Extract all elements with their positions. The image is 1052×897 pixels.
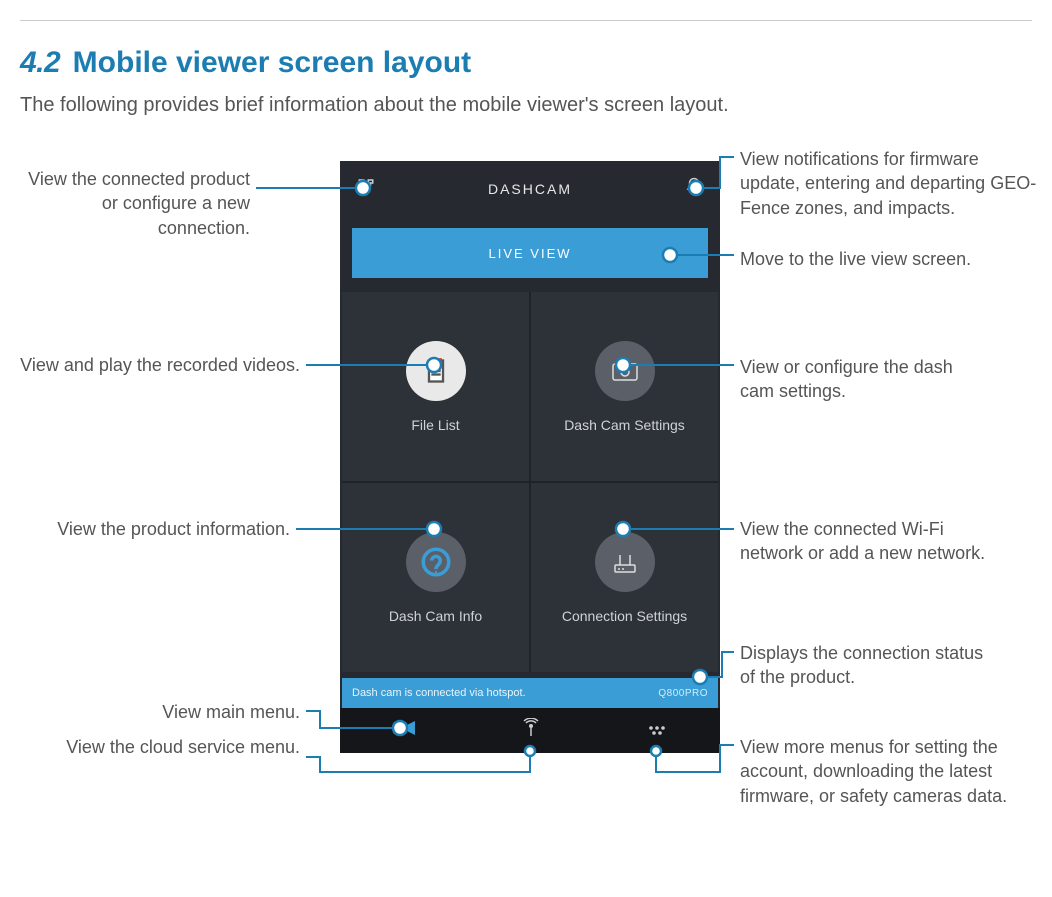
phone-mock: DASHCAM LIVE VIEW File List bbox=[340, 161, 720, 751]
tile-grid: File List Dash Cam Settings bbox=[342, 292, 718, 672]
tile-connection[interactable]: Connection Settings bbox=[531, 483, 718, 672]
callout-network: View the connected product or configure … bbox=[20, 167, 250, 240]
page-rule bbox=[20, 20, 1032, 21]
section-number: 4.2 bbox=[20, 46, 60, 79]
app-title: DASHCAM bbox=[488, 181, 572, 197]
callout-live: Move to the live view screen. bbox=[740, 247, 990, 271]
tile-info-label: Dash Cam Info bbox=[389, 608, 482, 624]
more-icon[interactable] bbox=[647, 720, 667, 741]
tile-settings-label: Dash Cam Settings bbox=[564, 417, 685, 433]
status-bar: Dash cam is connected via hotspot. Q800P… bbox=[342, 678, 718, 708]
diagram-stage: DASHCAM LIVE VIEW File List bbox=[20, 147, 1032, 857]
live-view-button[interactable]: LIVE VIEW bbox=[352, 228, 708, 278]
camera-icon[interactable] bbox=[393, 720, 415, 741]
callout-info: View the product information. bbox=[20, 517, 290, 541]
callout-more-menu: View more menus for setting the account,… bbox=[740, 735, 1040, 808]
tile-connection-label: Connection Settings bbox=[562, 608, 687, 624]
settings-icon bbox=[595, 341, 655, 401]
tile-file-list-label: File List bbox=[411, 417, 459, 433]
wifi-router-icon bbox=[595, 532, 655, 592]
callout-main-menu: View main menu. bbox=[20, 700, 300, 724]
bell-icon[interactable] bbox=[684, 177, 704, 200]
network-icon[interactable] bbox=[356, 177, 376, 200]
tile-info[interactable]: Dash Cam Info bbox=[342, 483, 529, 672]
callout-status: Displays the connection status of the pr… bbox=[740, 641, 1000, 690]
section-heading: 4.2 Mobile viewer screen layout bbox=[20, 46, 1032, 80]
status-model: Q800PRO bbox=[658, 688, 708, 699]
section-title: Mobile viewer screen layout bbox=[73, 46, 471, 79]
live-view-label: LIVE VIEW bbox=[488, 246, 571, 261]
file-list-icon bbox=[406, 341, 466, 401]
bottom-nav bbox=[340, 708, 720, 753]
info-icon bbox=[406, 532, 466, 592]
phone-header: DASHCAM bbox=[340, 161, 720, 216]
callout-connection: View the connected Wi-Fi network or add … bbox=[740, 517, 1000, 566]
callout-cloud-menu: View the cloud service menu. bbox=[20, 735, 300, 759]
status-text: Dash cam is connected via hotspot. bbox=[352, 687, 526, 699]
callout-file-list: View and play the recorded videos. bbox=[20, 353, 300, 377]
tile-file-list[interactable]: File List bbox=[342, 292, 529, 481]
cloud-antenna-icon[interactable] bbox=[521, 718, 541, 743]
callout-notifications: View notifications for firmware update, … bbox=[740, 147, 1040, 220]
tile-settings[interactable]: Dash Cam Settings bbox=[531, 292, 718, 481]
intro-text: The following provides brief information… bbox=[20, 94, 1032, 117]
callout-settings: View or configure the dash cam settings. bbox=[740, 355, 990, 404]
